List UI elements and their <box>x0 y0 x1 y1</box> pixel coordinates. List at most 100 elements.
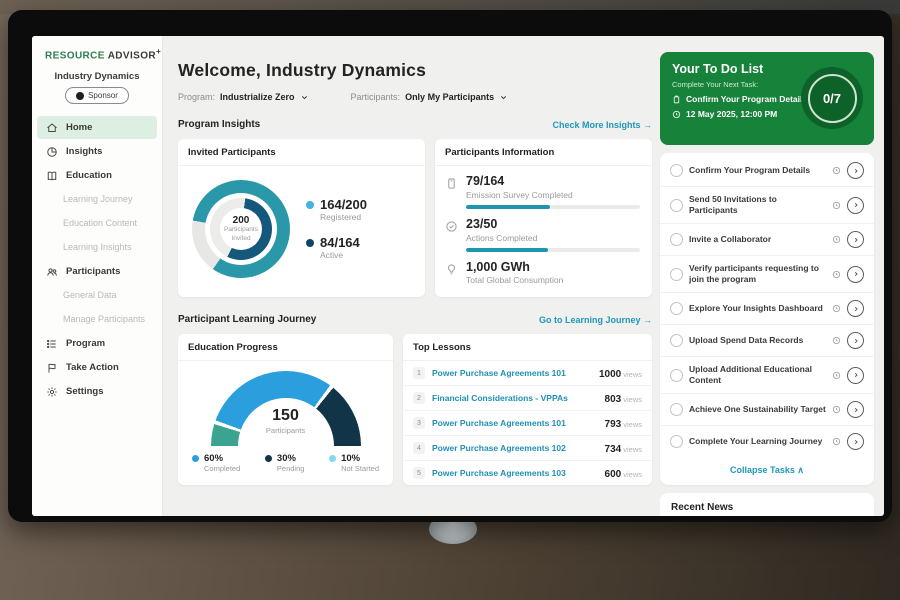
link-label: Go to Learning Journey <box>539 315 641 325</box>
invited-legend: 164/200 Registered 84/164 Active <box>306 198 367 261</box>
task-go-button[interactable] <box>847 332 864 349</box>
gear-icon <box>46 386 58 398</box>
task-go-button[interactable] <box>847 367 864 384</box>
task-go-button[interactable] <box>847 401 864 418</box>
task-label: Upload Spend Data Records <box>689 335 826 346</box>
people-icon <box>46 266 58 278</box>
education-legend: 60% Completed 30% Pending <box>178 447 393 473</box>
task-go-button[interactable] <box>847 231 864 248</box>
sidebar-item-learning-journey[interactable]: Learning Journey <box>37 188 157 211</box>
sidebar-item-education[interactable]: Education <box>37 164 157 187</box>
task-checkbox[interactable] <box>670 369 683 382</box>
clock-icon <box>672 110 681 119</box>
lesson-rank: 5 <box>413 467 425 479</box>
sidebar-item-education-content[interactable]: Education Content <box>37 212 157 235</box>
sidebar-item-label: Participants <box>66 266 120 277</box>
participants-information-card: Participants Information 79/164 Emission… <box>435 139 652 297</box>
lesson-link[interactable]: Financial Considerations - VPPAs <box>432 393 598 403</box>
task-checkbox[interactable] <box>670 164 683 177</box>
lesson-link[interactable]: Power Purchase Agreements 101 <box>432 368 592 378</box>
chevron-right-icon <box>852 438 860 446</box>
check-more-insights-link[interactable]: Check More Insights → <box>552 120 652 130</box>
task-go-button[interactable] <box>847 433 864 450</box>
clock-icon <box>832 201 841 210</box>
main-content: Welcome, Industry Dynamics Program: Indu… <box>164 36 662 516</box>
lesson-link[interactable]: Power Purchase Agreements 103 <box>432 468 598 478</box>
task-go-button[interactable] <box>847 162 864 179</box>
sidebar-item-label: Settings <box>66 386 103 397</box>
legend-label: Not Started <box>341 464 379 473</box>
task-checkbox[interactable] <box>670 435 683 448</box>
legend-value: 10% <box>341 453 379 464</box>
sidebar-item-label: Education <box>66 170 112 181</box>
chevron-right-icon <box>852 167 860 175</box>
sidebar-nav: Home Insights Education Learn <box>32 116 162 403</box>
program-filter[interactable]: Program: Industrialize Zero <box>178 92 309 102</box>
legend-label: Pending <box>277 464 305 473</box>
legend-dot <box>265 455 272 462</box>
legend-dot <box>306 239 314 247</box>
views-suffix: views <box>623 420 642 429</box>
todo-tasks-card: Confirm Your Program Details Send 50 Inv… <box>660 153 874 485</box>
progress-fill <box>466 205 550 209</box>
todo-due-label: 12 May 2025, 12:00 PM <box>686 109 777 119</box>
todo-task-row: Send 50 Invitations to Participants <box>660 187 874 224</box>
go-to-learning-journey-link[interactable]: Go to Learning Journey → <box>539 315 652 325</box>
sidebar-item-take-action[interactable]: Take Action <box>37 356 157 379</box>
sidebar-item-participants[interactable]: Participants <box>37 260 157 283</box>
lesson-rank: 2 <box>413 392 425 404</box>
task-checkbox[interactable] <box>670 268 683 281</box>
legend-item-active: 84/164 Active <box>306 236 367 260</box>
task-go-button[interactable] <box>847 197 864 214</box>
sidebar-item-learning-insights[interactable]: Learning Insights <box>37 236 157 259</box>
clock-icon <box>832 336 841 345</box>
stat-row-survey: 79/164 Emission Survey Completed <box>445 175 640 209</box>
sidebar-item-insights[interactable]: Insights <box>37 140 157 163</box>
arrow-right-icon: → <box>643 315 652 325</box>
chevron-up-icon: ∧ <box>797 465 804 475</box>
invited-participants-card: Invited Participants 200 Participants In… <box>178 139 425 297</box>
task-checkbox[interactable] <box>670 233 683 246</box>
card-title: Invited Participants <box>178 139 425 166</box>
sponsor-icon <box>76 92 84 100</box>
sidebar-item-manage-participants[interactable]: Manage Participants <box>37 308 157 331</box>
lesson-views: 793 <box>605 419 622 430</box>
participants-filter-label: Participants: <box>351 92 401 102</box>
sidebar-item-settings[interactable]: Settings <box>37 380 157 403</box>
desk-background: RESOURCE ADVISOR+ Industry Dynamics Spon… <box>0 0 900 600</box>
program-filter-label: Program: <box>178 92 215 102</box>
task-go-button[interactable] <box>847 300 864 317</box>
task-go-button[interactable] <box>847 266 864 283</box>
survey-icon <box>445 177 458 209</box>
todo-summary-card: Your To Do List Complete Your Next Task:… <box>660 52 874 145</box>
task-label: Achieve One Sustainability Target <box>689 404 826 415</box>
stat-value: 1,000 GWh <box>466 261 640 275</box>
collapse-tasks-link[interactable]: Collapse Tasks ∧ <box>660 457 874 483</box>
participants-filter[interactable]: Participants: Only My Participants <box>351 92 509 102</box>
invited-donut-chart: 200 Participants Invited <box>192 180 290 278</box>
task-label: Verify participants requesting to join t… <box>689 263 826 285</box>
education-gauge-chart: 150 Participants <box>211 371 361 447</box>
gauge-center: 150 Participants <box>211 407 361 435</box>
lesson-rank: 1 <box>413 367 425 379</box>
task-checkbox[interactable] <box>670 302 683 315</box>
lesson-link[interactable]: Power Purchase Agreements 101 <box>432 418 598 428</box>
sidebar-item-general-data[interactable]: General Data <box>37 284 157 307</box>
chevron-right-icon <box>852 305 860 313</box>
todo-task-row: Invite a Collaborator <box>660 224 874 256</box>
section-title: Participant Learning Journey <box>178 314 316 325</box>
education-progress-card: Education Progress 150 Participants <box>178 334 393 485</box>
legend-value: 60% <box>204 453 240 464</box>
task-checkbox[interactable] <box>670 403 683 416</box>
participants-info-body: 79/164 Emission Survey Completed <box>435 166 652 285</box>
task-label: Invite a Collaborator <box>689 234 826 245</box>
list-icon <box>46 338 58 350</box>
legend-dot <box>329 455 336 462</box>
task-checkbox[interactable] <box>670 334 683 347</box>
sidebar-item-home[interactable]: Home <box>37 116 157 139</box>
sidebar-item-program[interactable]: Program <box>37 332 157 355</box>
legend-dot <box>192 455 199 462</box>
lesson-link[interactable]: Power Purchase Agreements 102 <box>432 443 598 453</box>
task-checkbox[interactable] <box>670 199 683 212</box>
chevron-down-icon <box>499 93 508 102</box>
